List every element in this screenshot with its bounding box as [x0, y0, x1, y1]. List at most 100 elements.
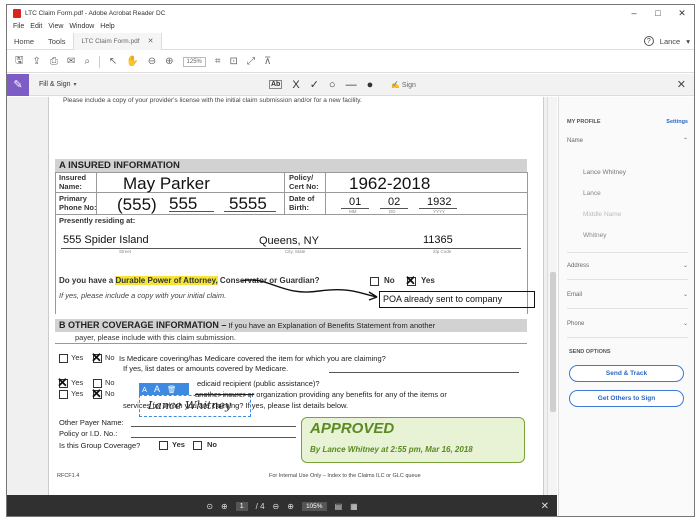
decrease-size-button[interactable]: A: [142, 385, 147, 394]
maximize-button[interactable]: □: [646, 5, 670, 21]
help-icon[interactable]: ?: [643, 36, 654, 46]
close-nav-icon[interactable]: ✕: [541, 501, 549, 512]
fill-sign-toolbar: ✎ Fill & Sign ▾ Ab X ✓ ○ — ● ✍ Sign ✕: [7, 73, 694, 96]
group-yes-checkbox[interactable]: [159, 441, 168, 450]
close-window-button[interactable]: ✕: [670, 5, 694, 21]
zoom-out-icon[interactable]: ⊖: [148, 56, 156, 67]
scroll-mode-icon[interactable]: ▦: [350, 502, 358, 511]
other-insurer-yes-checkbox[interactable]: [59, 390, 68, 399]
other-insurer-question-text: organization providing any benefits for …: [256, 390, 447, 399]
menu-file[interactable]: File: [13, 21, 24, 33]
policy-number-value[interactable]: 1962-2018: [349, 174, 430, 194]
zoom-select[interactable]: 125%: [182, 56, 206, 67]
close-fill-sign-icon[interactable]: ✕: [677, 78, 686, 91]
next-page-icon[interactable]: ⊕: [221, 502, 228, 511]
insured-name-value[interactable]: May Parker: [123, 174, 210, 194]
get-others-to-sign-button[interactable]: Get Others to Sign: [569, 390, 684, 407]
upload-icon[interactable]: ⇪: [33, 56, 41, 67]
approved-stamp[interactable]: APPROVED By Lance Whitney at 2:55 pm, Ma…: [301, 417, 525, 463]
profile-middle-name[interactable]: Middle Name: [583, 211, 621, 218]
tab-document[interactable]: LTC Claim Form.pdf ✕: [72, 32, 163, 50]
previous-page-icon[interactable]: ⊙: [206, 502, 213, 511]
city-value[interactable]: Queens, NY: [259, 235, 319, 247]
poa-note: If yes, please include a copy with your …: [59, 291, 227, 300]
chevron-up-icon[interactable]: ⌃: [683, 137, 688, 144]
vertical-scrollbar[interactable]: [547, 97, 557, 495]
phone-section-label: Phone: [567, 320, 585, 327]
zip-value[interactable]: 11365: [423, 234, 453, 246]
chevron-down-icon[interactable]: ⌄: [683, 291, 688, 298]
policy-label: Policy/ Cert No:: [289, 173, 319, 191]
dob-month-value[interactable]: 01: [349, 196, 361, 208]
medicare-yes-checkbox[interactable]: [59, 354, 68, 363]
menu-edit[interactable]: Edit: [30, 21, 42, 33]
dob-day-value[interactable]: 02: [388, 196, 400, 208]
phone-prefix-line: [169, 211, 214, 212]
fill-sign-label[interactable]: Fill & Sign: [39, 81, 71, 88]
increase-size-button[interactable]: A: [154, 384, 160, 394]
toolbar-divider: [98, 55, 100, 68]
profile-last-name[interactable]: Whitney: [583, 232, 606, 239]
signature-field[interactable]: Lance Whitney: [139, 395, 251, 417]
chevron-down-icon[interactable]: ⌄: [683, 320, 688, 327]
settings-link[interactable]: Settings: [666, 119, 688, 125]
circle-tool-icon[interactable]: ○: [329, 79, 336, 91]
crop-icon[interactable]: ⌗: [215, 56, 221, 67]
phone-label: Primary Phone No:: [59, 194, 97, 212]
email-section[interactable]: Email ⌄: [567, 291, 688, 299]
zoom-in-icon[interactable]: ⊕: [287, 502, 294, 511]
minimize-button[interactable]: –: [622, 5, 646, 21]
account-area: ? Lance ▾: [643, 36, 690, 46]
profile-full-name[interactable]: Lance Whitney: [583, 169, 626, 176]
delete-icon[interactable]: 🗑: [167, 385, 177, 394]
group-no-checkbox[interactable]: [193, 441, 202, 450]
hand-tool-icon[interactable]: ✋: [126, 56, 138, 67]
zoom-in-icon[interactable]: ⊕: [165, 56, 173, 67]
poa-arrow[interactable]: [229, 277, 389, 312]
search-icon[interactable]: ⌕: [84, 56, 90, 67]
fullscreen-icon[interactable]: ⤢: [247, 56, 255, 67]
chevron-down-icon[interactable]: ▾: [686, 37, 690, 46]
phone-section[interactable]: Phone ⌄: [567, 320, 688, 328]
street-value[interactable]: 555 Spider Island: [63, 234, 149, 246]
close-tab-icon[interactable]: ✕: [148, 37, 154, 45]
email-label: Email: [567, 291, 583, 298]
profile-first-name[interactable]: Lance: [583, 190, 601, 197]
chevron-down-icon[interactable]: ⌄: [683, 262, 688, 269]
tab-tools[interactable]: Tools: [41, 33, 73, 50]
poa-comment-box[interactable]: POA already sent to company: [379, 291, 535, 308]
print-icon[interactable]: ⎙: [50, 56, 58, 67]
tab-document-label: LTC Claim Form.pdf: [81, 37, 140, 45]
sign-button[interactable]: ✍ Sign: [391, 81, 416, 89]
check-mark-tool-icon[interactable]: ✓: [310, 78, 319, 91]
annotation-icon[interactable]: ⊼: [264, 56, 271, 67]
save-icon[interactable]: 🖫: [15, 53, 24, 70]
menu-help[interactable]: Help: [100, 21, 114, 33]
scrollbar-thumb[interactable]: [550, 272, 556, 412]
menu-view[interactable]: View: [48, 21, 63, 33]
name-section-header[interactable]: Name ⌃: [567, 137, 688, 145]
fit-page-icon[interactable]: ⊡: [230, 56, 238, 67]
select-cursor-icon[interactable]: ↖: [109, 56, 117, 67]
page-number-input[interactable]: 1: [235, 502, 248, 511]
user-menu[interactable]: Lance: [660, 37, 680, 46]
medicaid-no-label: No: [105, 378, 115, 387]
dot-tool-icon[interactable]: ●: [367, 79, 374, 91]
add-text-tool[interactable]: Ab: [269, 80, 283, 89]
chevron-down-icon[interactable]: ▾: [74, 81, 77, 88]
address-section[interactable]: Address ⌄: [567, 262, 688, 270]
cross-mark-tool-icon[interactable]: X: [292, 79, 299, 91]
menu-window[interactable]: Window: [69, 21, 94, 33]
send-track-button[interactable]: Send & Track: [569, 365, 684, 382]
zoom-level-select[interactable]: 105%: [301, 502, 327, 511]
line-tool-icon[interactable]: —: [346, 79, 357, 91]
dob-year-value[interactable]: 1932: [427, 196, 451, 208]
other-insurer-no-label: No: [105, 389, 115, 398]
phone-area-value[interactable]: (555): [117, 195, 157, 215]
fill-sign-pen-icon[interactable]: ✎: [7, 73, 29, 96]
tab-home[interactable]: Home: [7, 33, 41, 50]
email-icon[interactable]: ✉: [67, 56, 75, 67]
profile-title: MY PROFILE: [567, 119, 601, 125]
zoom-out-icon[interactable]: ⊖: [273, 502, 280, 511]
single-page-icon[interactable]: ▤: [335, 502, 343, 511]
